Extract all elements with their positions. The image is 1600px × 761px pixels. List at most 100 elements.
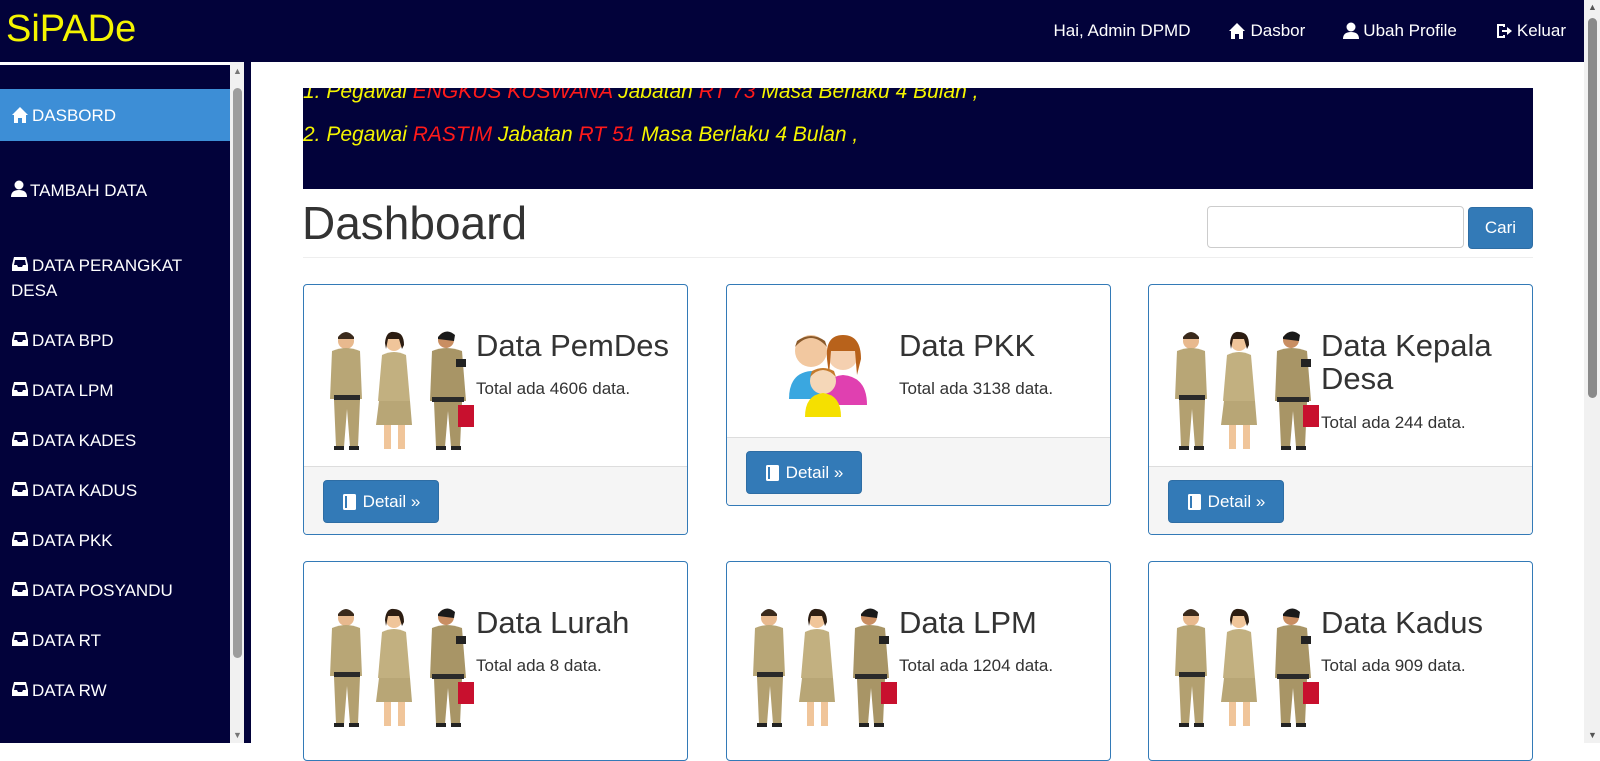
officials-illustration-icon <box>753 608 897 727</box>
ubah-profile-link[interactable]: Ubah Profile <box>1343 21 1457 41</box>
inbox-icon <box>12 257 28 271</box>
sidebar-item-label: DASBORD <box>32 105 117 125</box>
officials-illustration-icon <box>1175 608 1319 727</box>
profile-label: Ubah Profile <box>1363 21 1457 40</box>
sidebar-item-data-posyandu[interactable]: DATA POSYANDU <box>0 578 230 603</box>
inbox-icon <box>12 332 28 346</box>
inbox-icon <box>12 382 28 396</box>
card-footer: Detail » <box>727 437 1110 505</box>
search-button[interactable]: Cari <box>1468 207 1533 249</box>
inbox-icon <box>12 582 28 596</box>
sidebar-item-label: DATA PKK <box>32 531 113 550</box>
user-icon <box>11 180 27 197</box>
sidebar-item-label: DATA KADES <box>32 431 137 450</box>
page-scroll-thumb[interactable] <box>1588 18 1597 398</box>
book-icon <box>765 464 779 481</box>
card-title: Data PKK <box>899 328 1036 363</box>
card-count: Total ada 1204 data. <box>899 656 1054 675</box>
book-icon <box>1187 493 1201 510</box>
announcement-text: Jabatan <box>612 88 699 103</box>
announcement-text: Masa Berlaku 4 Bulan , <box>755 88 979 103</box>
card-count: Total ada 909 data. <box>1321 656 1466 675</box>
announcement-text: Masa Berlaku 4 Bulan , <box>635 123 859 146</box>
sidebar-item-data-pkk[interactable]: DATA PKK <box>0 528 230 553</box>
inbox-icon <box>12 682 28 696</box>
employee-role: RT 73 <box>698 88 756 103</box>
brand-logo[interactable]: SiPADe <box>6 8 136 51</box>
detail-label: Detail » <box>785 462 844 482</box>
announcement-text: 1. Pegawai <box>303 88 413 103</box>
card-data-lpm: Data LPM Total ada 1204 data. <box>726 561 1111 761</box>
officials-illustration-icon <box>1175 331 1319 450</box>
card-data-lurah: Data Lurah Total ada 8 data. <box>303 561 688 761</box>
officials-illustration-icon <box>330 331 474 450</box>
detail-button[interactable]: Detail » <box>746 451 862 494</box>
sidebar-item-data-rt[interactable]: DATA RT <box>0 628 230 653</box>
home-icon <box>12 107 28 123</box>
employee-role: RT 51 <box>578 123 636 146</box>
greeting-label: Hai, Admin DPMD <box>1053 21 1191 40</box>
logout-icon <box>1496 24 1512 38</box>
sidebar-item-data-rw[interactable]: DATA RW <box>0 678 230 703</box>
sidebar-item-data-kadus[interactable]: DATA KADUS <box>0 478 230 503</box>
scroll-down-icon[interactable]: ▼ <box>233 730 242 740</box>
sidebar-item-data-perangkat-desa[interactable]: DATA PERANGKAT DESA <box>0 253 200 303</box>
greeting-text: Hai, Admin DPMD <box>1054 21 1191 41</box>
card-data-kadus: Data Kadus Total ada 909 data. <box>1148 561 1533 761</box>
family-illustration-icon <box>789 335 867 417</box>
inbox-icon <box>12 482 28 496</box>
inbox-icon <box>12 632 28 646</box>
announcement-line: 1. Pegawai ENGKUS KUSWANA Jabatan RT 73 … <box>303 88 978 104</box>
card-title: Data Kadus <box>1321 605 1483 640</box>
scroll-up-icon[interactable]: ▲ <box>233 66 242 76</box>
announcement-line: 2. Pegawai RASTIM Jabatan RT 51 Masa Ber… <box>303 123 858 147</box>
card-title: Data Lurah <box>476 605 630 640</box>
card-count: Total ada 3138 data. <box>899 379 1054 398</box>
sidebar-item-label: DATA LPM <box>32 381 114 400</box>
card-title: Data LPM <box>899 605 1037 640</box>
sidebar-scroll-thumb[interactable] <box>233 88 242 658</box>
card-count: Total ada 8 data. <box>476 656 602 675</box>
card-footer: Detail » <box>304 466 687 534</box>
sidebar-item-label: DATA PERANGKAT DESA <box>11 256 182 300</box>
card-title: Data PemDes <box>476 328 669 363</box>
announcement-text: 2. Pegawai <box>303 123 413 146</box>
search-input[interactable] <box>1207 206 1464 248</box>
user-icon <box>1343 22 1360 39</box>
sidebar-item-label: TAMBAH DATA <box>30 181 148 200</box>
announcement-text: Jabatan <box>492 123 579 146</box>
officials-illustration-icon <box>330 608 474 727</box>
sidebar-divider <box>244 62 251 743</box>
sidebar-item-label: DATA POSYANDU <box>32 581 173 600</box>
sidebar-item-data-bpd[interactable]: DATA BPD <box>0 328 230 353</box>
sidebar-item-data-kades[interactable]: DATA KADES <box>0 428 230 453</box>
sidebar-item-tambah-data[interactable]: TAMBAH DATA <box>0 178 230 203</box>
top-nav: Hai, Admin DPMD Dasbor Ubah Profile Kelu… <box>1016 0 1567 62</box>
card-data-kepala-desa: Data Kepala Desa Total ada 244 data. Det… <box>1148 284 1533 535</box>
inbox-icon <box>12 432 28 446</box>
scroll-down-icon[interactable]: ▼ <box>1588 730 1597 740</box>
employee-name: RASTIM <box>412 123 493 146</box>
detail-button[interactable]: Detail » <box>1168 480 1284 523</box>
sidebar: DASBORD TAMBAH DATA DATA PERANGKAT DESA … <box>0 62 230 743</box>
sidebar-scrollbar[interactable]: ▲ ▼ <box>230 62 244 743</box>
card-data-pemdes: Data PemDes Total ada 4606 data. Detail … <box>303 284 688 535</box>
card-count: Total ada 4606 data. <box>476 379 631 398</box>
sidebar-item-dasbord[interactable]: DASBORD <box>0 89 230 141</box>
scroll-up-icon[interactable]: ▲ <box>1588 2 1597 12</box>
sidebar-item-label: DATA RW <box>32 681 107 700</box>
detail-label: Detail » <box>1207 491 1266 511</box>
keluar-link[interactable]: Keluar <box>1495 21 1566 41</box>
sidebar-item-data-lpm[interactable]: DATA LPM <box>0 378 230 403</box>
logout-label: Keluar <box>1516 21 1566 40</box>
card-footer: Detail » <box>1149 466 1532 534</box>
header-divider <box>303 257 1533 258</box>
announcement-marquee: 1. Pegawai ENGKUS KUSWANA Jabatan RT 73 … <box>303 88 1533 189</box>
dasbor-link[interactable]: Dasbor <box>1228 21 1305 41</box>
dasbor-label: Dasbor <box>1250 21 1306 40</box>
sidebar-item-label: DATA BPD <box>32 331 114 350</box>
detail-button[interactable]: Detail » <box>323 480 439 523</box>
detail-label: Detail » <box>362 491 421 511</box>
card-title: Data Kepala Desa <box>1321 328 1492 396</box>
page-scrollbar[interactable]: ▲ ▼ <box>1584 0 1600 743</box>
